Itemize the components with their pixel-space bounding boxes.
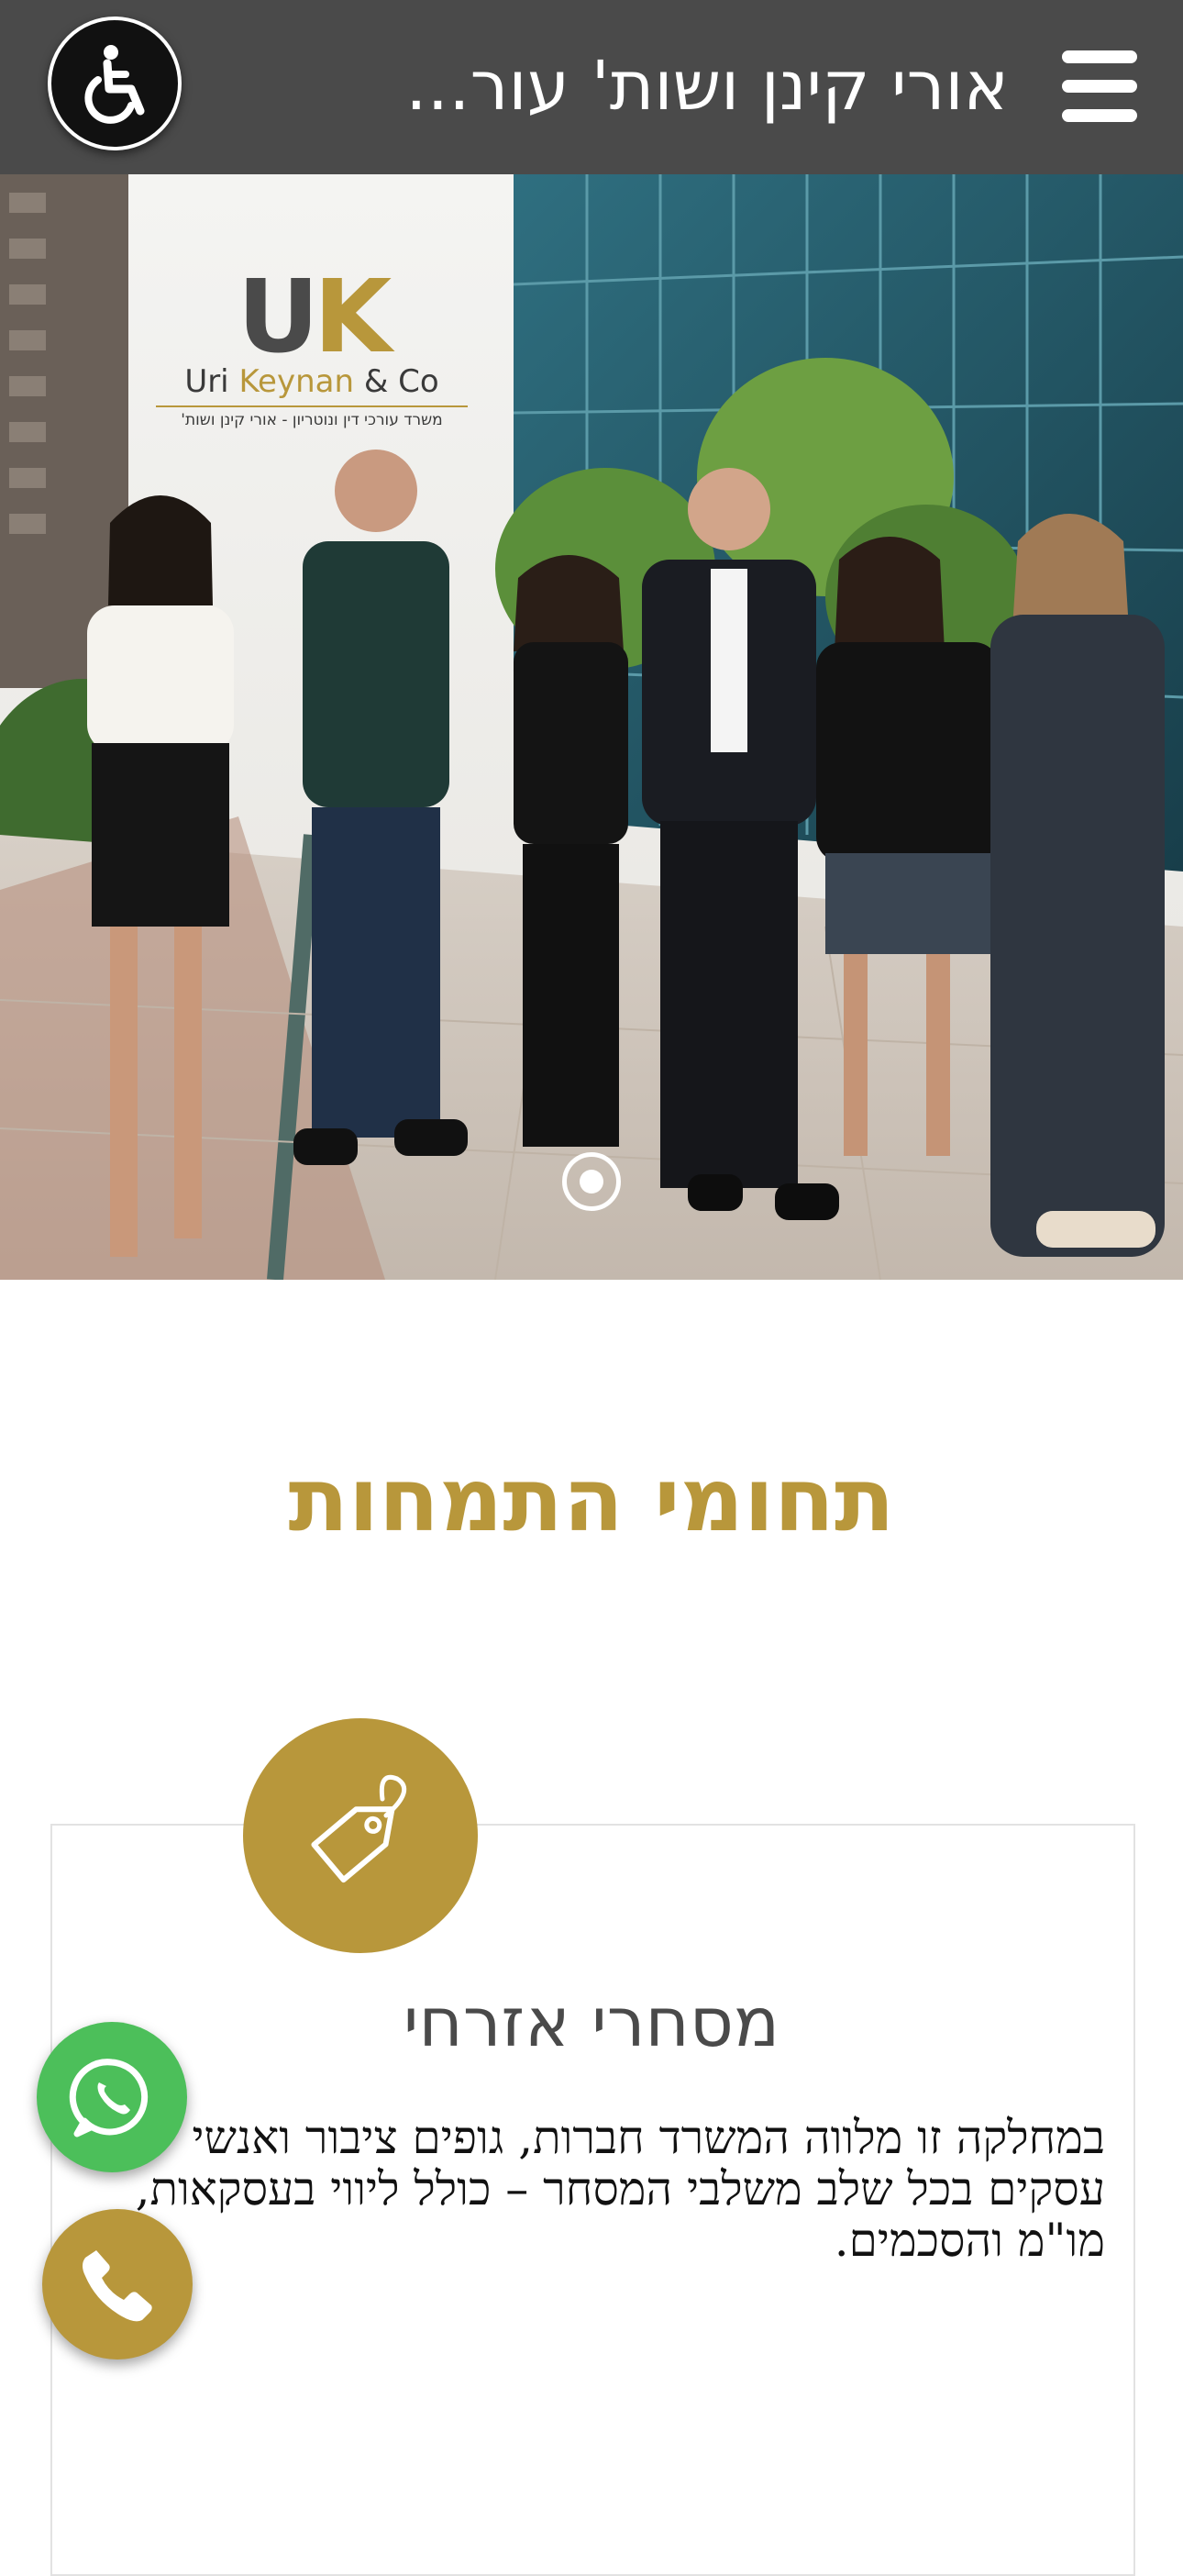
logo-mark: UK bbox=[237, 258, 392, 375]
firm-logo: UK Uri Keynan & Co משרד עורכי דין ונוטרי… bbox=[147, 266, 477, 440]
accessibility-button[interactable] bbox=[48, 17, 182, 150]
card-title[interactable]: מסחרי אזרחי bbox=[0, 1972, 1183, 2073]
top-header: אורי קינן ושות' עור... bbox=[0, 0, 1183, 174]
card-description: במחלקה זו מלווה המשרד חברות, גופים ציבור… bbox=[135, 2111, 1105, 2267]
price-tag-icon bbox=[243, 1718, 478, 1953]
wheelchair-accessibility-icon bbox=[84, 45, 145, 124]
logo-name: Uri Keynan & Co bbox=[184, 363, 439, 400]
phone-call-button[interactable] bbox=[42, 2209, 193, 2359]
section-title: תחומי התמחות bbox=[288, 1449, 895, 1551]
slider-dot-icon[interactable] bbox=[562, 1152, 621, 1211]
whatsapp-button[interactable] bbox=[37, 2022, 187, 2172]
hamburger-menu-icon[interactable] bbox=[1062, 50, 1137, 122]
logo-tagline: משרד עורכי דין ונוטריון - אורי קינן ושות… bbox=[156, 405, 468, 429]
hero-slider[interactable]: UK Uri Keynan & Co משרד עורכי דין ונוטרי… bbox=[0, 174, 1183, 1280]
phone-icon bbox=[83, 2250, 152, 2322]
whatsapp-icon bbox=[69, 2059, 149, 2137]
site-title[interactable]: אורי קינן ושות' עור... bbox=[257, 40, 1009, 132]
